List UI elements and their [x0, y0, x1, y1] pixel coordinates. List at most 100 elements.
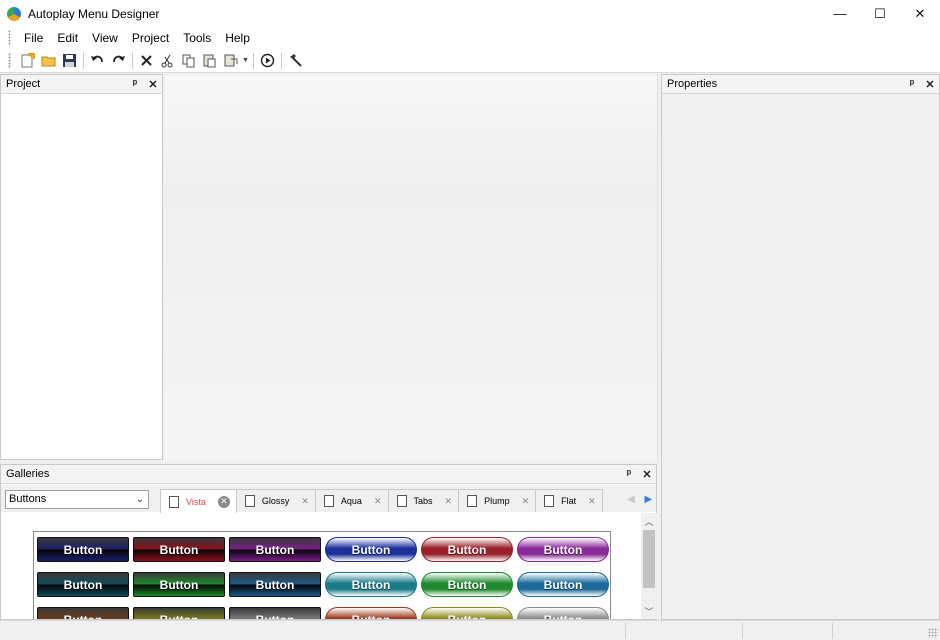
- tab-label: Vista: [186, 496, 206, 507]
- gallery-button-style[interactable]: Button: [133, 572, 225, 597]
- new-button[interactable]: [17, 51, 38, 71]
- paste-special-icon: [224, 54, 238, 67]
- gallery-button-style[interactable]: Button: [133, 607, 225, 619]
- app-icon: [7, 6, 21, 21]
- tab-next-arrow-icon[interactable]: ▶: [644, 494, 652, 505]
- scroll-down-icon[interactable]: ﹀: [641, 605, 657, 619]
- pin-icon[interactable]: ᵖ: [903, 78, 921, 90]
- tab-prev-arrow-icon[interactable]: ◀: [627, 494, 635, 505]
- gallery-button-style[interactable]: Button: [325, 572, 417, 597]
- tab-close-icon[interactable]: ✕: [445, 496, 453, 507]
- close-button[interactable]: ✕: [900, 0, 940, 27]
- galleries-panel-close-icon[interactable]: ✕: [638, 468, 656, 481]
- tab-close-icon[interactable]: ✕: [588, 496, 596, 507]
- undo-icon: [91, 55, 103, 63]
- tab-vista[interactable]: Vista ✕: [160, 489, 237, 513]
- paste-button[interactable]: [199, 51, 220, 71]
- window-title: Autoplay Menu Designer: [28, 6, 160, 21]
- tab-aqua[interactable]: Aqua ✕: [314, 489, 389, 512]
- tab-close-icon[interactable]: ✕: [301, 496, 309, 507]
- paste-special-button[interactable]: [220, 51, 241, 71]
- project-panel-title: Project: [6, 78, 41, 90]
- galleries-panel-title: Galleries: [6, 468, 50, 480]
- gallery-button-style[interactable]: Button: [517, 572, 609, 597]
- galleries-panel-header: Galleries ᵖ ✕: [1, 465, 656, 484]
- design-canvas[interactable]: [165, 75, 658, 460]
- cut-button[interactable]: [157, 51, 178, 71]
- pin-icon[interactable]: ᵖ: [620, 468, 638, 480]
- gallery-tabs: Vista ✕ Glossy ✕ Aqua ✕ Tabs ✕ Plump ✕ F…: [160, 489, 603, 513]
- menu-view[interactable]: View: [85, 27, 125, 49]
- toolbar-grip-icon: [8, 52, 11, 69]
- gallery-button-style[interactable]: Button: [421, 607, 513, 619]
- button-gallery-frame: Button Button Button Button Button Button Butt…: [33, 531, 611, 619]
- gallery-button-style[interactable]: Button: [133, 537, 225, 562]
- document-icon: [396, 495, 407, 507]
- properties-panel-body: [662, 94, 939, 619]
- menu-file[interactable]: File: [17, 27, 50, 49]
- galleries-panel: Galleries ᵖ ✕ Buttons ⌄ Vista ✕ Glossy ✕…: [0, 464, 657, 620]
- window-controls: — ☐ ✕: [820, 0, 940, 27]
- gallery-button-style[interactable]: Button: [37, 572, 129, 597]
- gallery-button-style[interactable]: Button: [421, 572, 513, 597]
- gallery-button-style[interactable]: Button: [325, 607, 417, 619]
- tab-close-icon[interactable]: ✕: [217, 495, 230, 508]
- menu-edit[interactable]: Edit: [50, 27, 85, 49]
- preview-button[interactable]: [257, 51, 278, 71]
- tab-flat[interactable]: Flat ✕: [535, 489, 603, 512]
- gallery-button-style[interactable]: Button: [517, 607, 609, 619]
- gallery-button-style[interactable]: Button: [229, 607, 321, 619]
- tab-label: Aqua: [340, 496, 362, 506]
- document-icon: [544, 495, 555, 507]
- build-button[interactable]: [285, 51, 306, 71]
- paste-dropdown-chevron-icon[interactable]: ▼: [241, 51, 250, 71]
- scroll-thumb[interactable]: [643, 530, 655, 588]
- minimize-button[interactable]: —: [820, 0, 860, 27]
- cut-icon: [161, 54, 173, 68]
- tab-plump[interactable]: Plump ✕: [458, 489, 537, 512]
- tab-label: Glossy: [261, 496, 290, 506]
- tab-close-icon[interactable]: ✕: [522, 496, 530, 507]
- gallery-button-style[interactable]: Button: [421, 537, 513, 562]
- properties-panel-close-icon[interactable]: ✕: [921, 78, 939, 91]
- tab-close-icon[interactable]: ✕: [374, 496, 382, 507]
- gallery-category-select[interactable]: Buttons ⌄: [5, 490, 149, 509]
- menu-tools[interactable]: Tools: [176, 27, 218, 49]
- menu-project[interactable]: Project: [125, 27, 176, 49]
- gallery-button-style[interactable]: Button: [37, 607, 129, 619]
- gallery-button-style[interactable]: Button: [517, 537, 609, 562]
- toolbar-separator: [132, 52, 133, 69]
- delete-button[interactable]: [136, 51, 157, 71]
- maximize-button[interactable]: ☐: [860, 0, 900, 27]
- properties-panel-title: Properties: [667, 78, 718, 90]
- pin-icon[interactable]: ᵖ: [126, 78, 144, 90]
- gallery-button-style[interactable]: Button: [229, 537, 321, 562]
- tools-icon: [290, 54, 302, 67]
- document-icon: [323, 495, 334, 507]
- gallery-button-style[interactable]: Button: [37, 537, 129, 562]
- galleries-toolbar: Buttons ⌄ Vista ✕ Glossy ✕ Aqua ✕ Tabs ✕…: [1, 485, 656, 513]
- gallery-content: Button Button Button Button Button Button Butt…: [1, 513, 641, 619]
- scroll-up-icon[interactable]: ︿: [641, 515, 657, 529]
- tab-glossy[interactable]: Glossy ✕: [235, 489, 316, 512]
- menu-grip-icon: [8, 30, 11, 46]
- paste-icon: [203, 54, 216, 68]
- undo-button[interactable]: [87, 51, 108, 71]
- properties-panel: Properties ᵖ ✕: [661, 74, 940, 620]
- status-divider: [832, 623, 833, 639]
- redo-button[interactable]: [108, 51, 129, 71]
- copy-icon: [182, 54, 195, 68]
- chevron-down-icon: ⌄: [135, 494, 144, 505]
- gallery-button-style[interactable]: Button: [325, 537, 417, 562]
- open-button[interactable]: [38, 51, 59, 71]
- tab-label: Tabs: [413, 496, 433, 506]
- project-panel: Project ᵖ ✕: [0, 74, 163, 460]
- gallery-scrollbar[interactable]: ︿ ﹀: [641, 513, 657, 619]
- tab-tabs[interactable]: Tabs ✕: [387, 489, 460, 512]
- gallery-button-style[interactable]: Button: [229, 572, 321, 597]
- project-panel-close-icon[interactable]: ✕: [144, 78, 162, 91]
- save-button[interactable]: [59, 51, 80, 71]
- copy-button[interactable]: [178, 51, 199, 71]
- menu-help[interactable]: Help: [218, 27, 257, 49]
- resize-grip-icon[interactable]: [928, 628, 938, 638]
